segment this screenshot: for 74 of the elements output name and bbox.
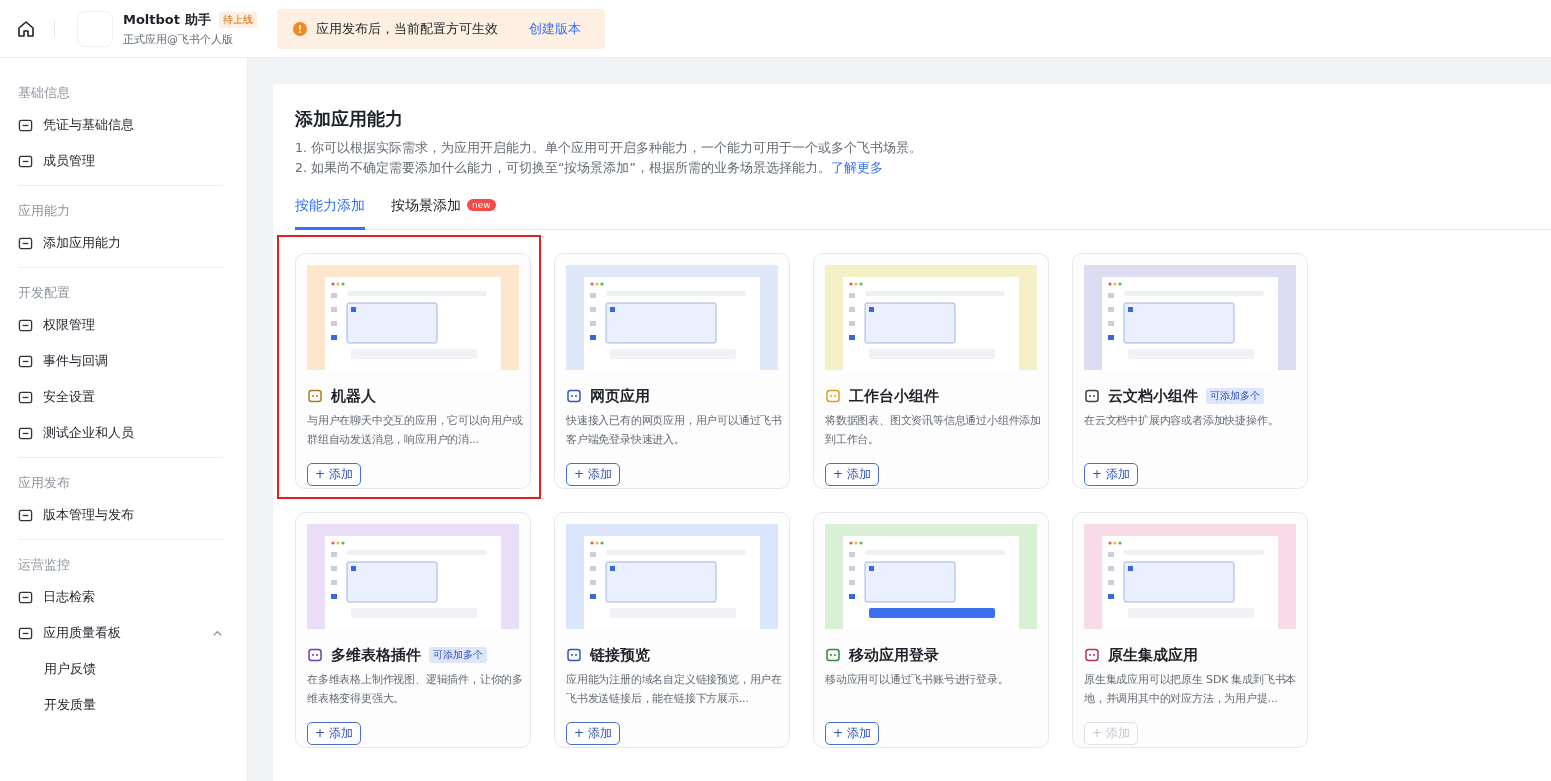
- sidebar-item[interactable]: 添加应用能力: [18, 225, 225, 261]
- capability-icon: [825, 388, 841, 404]
- menu-icon: [18, 425, 33, 441]
- card-description: 在云文档中扩展内容或者添加快捷操作。: [1084, 413, 1280, 429]
- card-description: 在多维表格上制作视图、逻辑插件，让你的多维表格变得更强大。: [307, 672, 523, 707]
- add-button[interactable]: + 添加: [566, 463, 620, 486]
- sidebar-item[interactable]: 事件与回调: [18, 343, 225, 379]
- create-version-link[interactable]: 创建版本: [529, 19, 581, 38]
- capability-icon: [307, 647, 323, 663]
- sidebar-item[interactable]: 权限管理: [18, 307, 225, 343]
- description-line: 2. 如果尚不确定需要添加什么能力，可切换至“按场景添加”，根据所需的业务场景选择能力。了解更多: [295, 159, 884, 177]
- menu-icon: [18, 589, 33, 605]
- menu-icon: [18, 235, 33, 251]
- sidebar-subitem[interactable]: 用户反馈: [18, 651, 225, 687]
- card-title: 多维表格插件: [331, 645, 421, 665]
- multi-badge: 可添加多个: [1206, 388, 1264, 404]
- status-badge: 待上线: [218, 11, 257, 28]
- add-button[interactable]: + 添加: [1084, 463, 1138, 486]
- menu-icon: [18, 317, 33, 333]
- card-title: 链接预览: [590, 645, 650, 665]
- card-description: 应用能为注册的域名自定义链接预览，用户在飞书发送链接后，能在链接下方展示...: [566, 672, 782, 707]
- card-description: 原生集成应用可以把原生 SDK 集成到飞书本地，并调用其中的对应方法，为用户提...: [1084, 672, 1298, 707]
- menu-icon: [18, 507, 33, 523]
- menu-icon: [18, 353, 33, 369]
- capability-icon: [1084, 647, 1100, 663]
- card-description: 将数据图表、图文资讯等信息通过小组件添加到工作台。: [825, 413, 1041, 448]
- section-title: 应用发布: [18, 474, 71, 492]
- sidebar-item[interactable]: 测试企业和人员: [18, 415, 225, 451]
- notice-text: 应用发布后，当前配置方可生效: [316, 19, 498, 38]
- card-title: 原生集成应用: [1108, 645, 1198, 665]
- menu-icon: [18, 117, 33, 133]
- home-icon[interactable]: [16, 18, 36, 39]
- menu-icon: [18, 389, 33, 405]
- add-button[interactable]: + 添加: [307, 463, 361, 486]
- learn-more-link[interactable]: 了解更多: [830, 160, 883, 175]
- add-button[interactable]: + 添加: [825, 463, 879, 486]
- card-title: 云文档小组件: [1108, 386, 1198, 406]
- new-badge: new: [467, 199, 496, 211]
- tab[interactable]: 按能力添加: [295, 193, 365, 230]
- add-button[interactable]: + 添加: [825, 722, 879, 745]
- app-subtitle: 正式应用@飞书个人版: [123, 31, 234, 47]
- card-title: 工作台小组件: [849, 386, 939, 406]
- add-button[interactable]: + 添加: [307, 722, 361, 745]
- sidebar-item[interactable]: 成员管理: [18, 143, 225, 179]
- tab[interactable]: 按场景添加 new: [391, 193, 496, 230]
- capability-icon: [1084, 388, 1100, 404]
- card-description: 移动应用可以通过飞书账号进行登录。: [825, 672, 1010, 688]
- capability-icon: [566, 388, 582, 404]
- app-name: Moltbot 助手: [123, 10, 211, 29]
- sidebar-item[interactable]: 应用质量看板: [18, 615, 225, 651]
- card-title: 机器人: [331, 386, 376, 406]
- capability-icon: [307, 388, 323, 404]
- sidebar-item[interactable]: 日志检索: [18, 579, 225, 615]
- add-button[interactable]: + 添加: [566, 722, 620, 745]
- menu-icon: [18, 625, 33, 641]
- section-title: 应用能力: [18, 202, 71, 220]
- card-title: 移动应用登录: [849, 645, 939, 665]
- multi-badge: 可添加多个: [429, 647, 487, 663]
- sidebar-item[interactable]: 安全设置: [18, 379, 225, 415]
- capability-icon: [825, 647, 841, 663]
- section-title: 基础信息: [18, 84, 71, 102]
- sidebar-item[interactable]: 版本管理与发布: [18, 497, 225, 533]
- card-title: 网页应用: [590, 386, 650, 406]
- description-line: 1. 你可以根据实际需求，为应用开启能力。单个应用可开启多种能力，一个能力可用于一个或多个飞书场景。: [295, 139, 923, 157]
- section-title: 开发配置: [18, 284, 71, 302]
- card-description: 快速接入已有的网页应用，用户可以通过飞书客户端免登录快速进入。: [566, 413, 782, 448]
- page-title: 添加应用能力: [295, 107, 404, 131]
- card-description: 与用户在聊天中交互的应用，它可以向用户或群组自动发送消息，响应用户的消...: [307, 413, 523, 448]
- warning-icon: [293, 21, 307, 36]
- menu-icon: [18, 153, 33, 169]
- sidebar-subitem[interactable]: 开发质量: [18, 687, 225, 723]
- sidebar-item[interactable]: 凭证与基础信息: [18, 107, 225, 143]
- section-title: 运营监控: [18, 556, 71, 574]
- capability-icon: [566, 647, 582, 663]
